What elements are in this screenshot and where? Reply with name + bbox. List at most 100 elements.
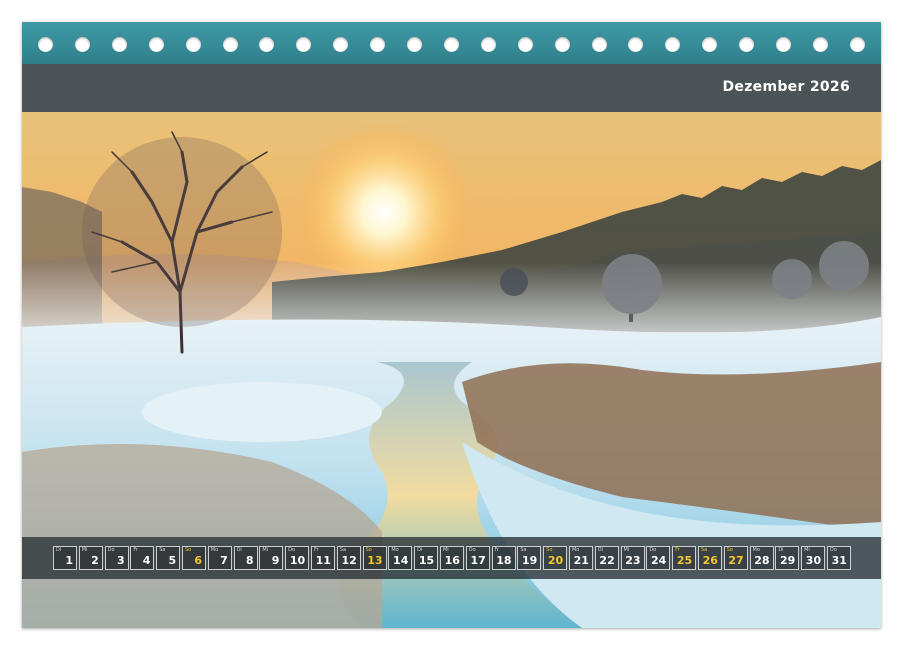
day-number: 22	[599, 554, 615, 567]
weekday-label: Di	[597, 547, 603, 553]
weekday-label: Di	[236, 547, 242, 553]
day-cell: Fr 11	[310, 546, 335, 570]
weekday-label: Mi	[442, 547, 449, 553]
day-number: 25	[676, 554, 693, 567]
weekday-label: So	[184, 547, 192, 553]
day-cell: Di 15	[414, 546, 439, 570]
binding-hole	[480, 37, 496, 52]
wall-calendar-page: Dezember 2026 Di 1 Mi 2 Do 3 Fr 4 Sa 5 S…	[22, 22, 881, 628]
day-cell: Mo 14	[388, 546, 413, 570]
day-number: 3	[116, 554, 125, 567]
day-cell: So 13	[362, 546, 387, 570]
weekday-label: Sa	[520, 547, 527, 553]
weekday-label: Fr	[313, 547, 319, 553]
day-number: 17	[470, 554, 486, 567]
weekday-label: Fr	[494, 547, 500, 553]
binding-hole	[259, 37, 275, 52]
day-number: 24	[651, 554, 667, 567]
day-number: 11	[315, 554, 331, 567]
day-number: 8	[245, 554, 254, 567]
day-number: 9	[271, 554, 280, 567]
day-cell: Do 17	[465, 546, 490, 570]
weekday-label: Sa	[339, 547, 347, 553]
day-number: 1	[65, 554, 73, 567]
day-cell: Di 22	[594, 546, 619, 570]
binding-hole	[443, 37, 459, 52]
binding-hole	[812, 37, 828, 52]
day-cell: Sa 5	[156, 546, 181, 570]
binding-hole	[296, 37, 312, 52]
binding-hole	[333, 37, 349, 52]
month-title: Dezember 2026	[722, 79, 850, 95]
weekday-label: Mi	[804, 547, 810, 553]
binding-hole	[591, 37, 607, 52]
binding-hole	[38, 37, 53, 52]
weekday-label: Fr	[675, 547, 680, 553]
day-cell: Do 10	[285, 546, 310, 570]
weekday-label: Do	[649, 547, 657, 553]
weekday-label: So	[546, 547, 553, 553]
day-cell: Mi 9	[259, 546, 284, 570]
binding-hole	[628, 37, 644, 52]
weekday-label: Do	[468, 547, 476, 553]
binding-hole	[111, 37, 127, 52]
day-cell: Di 29	[775, 546, 800, 570]
day-number: 26	[702, 554, 718, 567]
binding-hole	[665, 37, 681, 52]
day-cell: Sa 19	[517, 546, 542, 570]
weekday-label: Fr	[133, 547, 138, 553]
day-number: 5	[168, 554, 177, 567]
binding-hole	[849, 37, 865, 52]
day-cell: Fr 18	[491, 546, 516, 570]
binding-hole	[702, 37, 718, 52]
title-bar: Dezember 2026	[22, 64, 881, 112]
binding-hole	[74, 37, 90, 52]
day-number: 14	[393, 554, 409, 567]
day-grid: Di 1 Mi 2 Do 3 Fr 4 Sa 5 So 6 Mo 7 Di 8 Mi 9 Do 10 Fr 11 Sa 12 S…	[53, 546, 853, 572]
weekday-label: Sa	[159, 547, 166, 553]
day-number: 30	[805, 554, 822, 567]
weekday-label: Do	[829, 547, 837, 553]
day-cell: So 6	[181, 546, 206, 570]
weekday-label: Mi	[81, 547, 88, 553]
binding-hole	[222, 37, 238, 52]
day-cell: Di 8	[233, 546, 258, 570]
weekday-label: Do	[288, 547, 296, 553]
day-number: 28	[754, 554, 770, 567]
spiral-binding	[22, 22, 881, 64]
weekday-label: Mi	[262, 547, 269, 553]
day-cell: So 20	[543, 546, 568, 570]
binding-hole	[776, 37, 791, 52]
day-number: 27	[728, 554, 744, 567]
day-cell: Mo 7	[207, 546, 232, 570]
day-number: 4	[142, 554, 151, 567]
weekday-label: Di	[56, 547, 62, 553]
day-cell: Mo 28	[749, 546, 774, 570]
day-number: 13	[367, 554, 383, 567]
day-number: 10	[289, 554, 306, 567]
weekday-label: So	[726, 547, 733, 553]
weekday-label: Mo	[210, 547, 219, 553]
day-number: 15	[418, 554, 435, 567]
day-number: 18	[496, 554, 512, 567]
day-cell: Fr 25	[672, 546, 697, 570]
day-cell: Sa 26	[697, 546, 722, 570]
day-number: 19	[522, 554, 538, 567]
day-number: 12	[341, 554, 357, 567]
day-number: 2	[91, 554, 99, 567]
weekday-label: Mo	[571, 547, 580, 553]
weekday-label: Mo	[391, 547, 399, 553]
day-cell: Mi 23	[620, 546, 645, 570]
weekday-label: Mi	[623, 547, 630, 553]
weekday-label: So	[365, 547, 372, 553]
binding-hole	[407, 37, 422, 52]
weekday-label: Di	[417, 547, 423, 553]
weekday-label: Do	[107, 547, 115, 553]
day-cell: Mi 30	[801, 546, 826, 570]
day-cell: Mi 16	[439, 546, 464, 570]
binding-hole	[517, 37, 533, 52]
day-cell: Di 1	[53, 546, 77, 570]
day-number: 29	[780, 554, 796, 567]
weekday-label: Mo	[752, 547, 760, 553]
day-number: 16	[444, 554, 460, 567]
